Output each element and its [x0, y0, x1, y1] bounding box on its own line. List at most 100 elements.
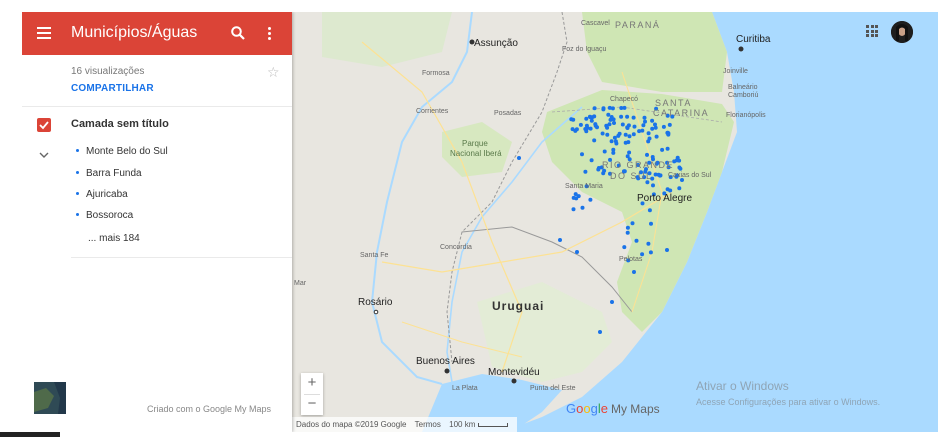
map-marker[interactable] — [593, 123, 598, 128]
map-marker[interactable] — [608, 117, 613, 122]
map-marker[interactable] — [619, 106, 624, 110]
map-marker[interactable] — [614, 141, 619, 146]
map-marker[interactable] — [616, 133, 621, 138]
map-marker[interactable] — [665, 130, 670, 135]
scale-label[interactable]: 100 km — [449, 420, 475, 429]
map-marker[interactable] — [589, 118, 594, 123]
map-marker[interactable] — [677, 186, 682, 191]
map-marker[interactable] — [625, 225, 630, 230]
map-marker[interactable] — [620, 122, 625, 127]
list-item[interactable]: Ajuricaba — [76, 189, 128, 200]
map-marker[interactable] — [647, 208, 652, 213]
map-marker[interactable] — [641, 123, 646, 128]
zoom-out-button[interactable]: − — [301, 394, 323, 414]
share-button[interactable]: COMPARTILHAR — [71, 83, 154, 94]
map-marker[interactable] — [626, 123, 631, 128]
map-marker[interactable] — [631, 132, 636, 137]
map-marker[interactable] — [622, 245, 627, 250]
list-item[interactable]: Barra Funda — [76, 168, 142, 179]
map-marker[interactable] — [607, 122, 612, 127]
map-marker[interactable] — [630, 221, 635, 226]
user-avatar[interactable] — [891, 21, 913, 43]
map-marker[interactable] — [653, 125, 658, 130]
map-marker[interactable] — [648, 250, 653, 255]
map-marker[interactable] — [610, 300, 614, 304]
basemap-thumbnail[interactable] — [34, 382, 66, 414]
star-icon[interactable]: ☆ — [267, 64, 280, 81]
map-marker[interactable] — [517, 156, 521, 160]
map-marker[interactable] — [580, 205, 585, 210]
map-marker[interactable] — [606, 112, 611, 117]
map-marker[interactable] — [631, 115, 636, 120]
map-marker[interactable] — [558, 238, 562, 242]
map-marker[interactable] — [661, 124, 666, 129]
map-marker[interactable] — [668, 188, 673, 193]
map-marker[interactable] — [592, 114, 597, 119]
map-marker[interactable] — [627, 150, 632, 155]
map-marker[interactable] — [598, 330, 602, 334]
map-marker[interactable] — [602, 149, 607, 154]
map-marker[interactable] — [587, 114, 592, 119]
map-marker[interactable] — [674, 158, 679, 163]
map-marker[interactable] — [643, 119, 647, 124]
map-marker[interactable] — [588, 197, 593, 202]
list-item[interactable]: Monte Belo do Sul — [76, 146, 168, 157]
map-marker[interactable] — [584, 116, 589, 121]
map-marker[interactable] — [610, 106, 615, 111]
map-marker[interactable] — [592, 106, 597, 111]
map-marker[interactable] — [634, 238, 639, 243]
map-marker[interactable] — [592, 138, 597, 143]
search-icon[interactable] — [230, 25, 246, 41]
map-marker[interactable] — [601, 171, 606, 176]
map-marker[interactable] — [600, 131, 605, 136]
terms-link[interactable]: Termos — [415, 420, 441, 429]
hamburger-menu-icon[interactable] — [37, 26, 51, 40]
chevron-down-icon[interactable] — [39, 146, 49, 164]
map-marker[interactable] — [667, 122, 672, 127]
map-title[interactable]: Municípios/Águas — [71, 24, 197, 42]
map-marker[interactable] — [605, 132, 610, 137]
map-marker[interactable] — [596, 167, 601, 172]
list-item[interactable]: Bossoroca — [76, 210, 133, 221]
map-marker[interactable] — [574, 127, 579, 132]
apps-grid-icon[interactable] — [866, 25, 878, 37]
layer-checkbox[interactable] — [37, 118, 51, 132]
map-marker[interactable] — [611, 147, 616, 152]
map-marker[interactable] — [612, 121, 616, 125]
map-marker[interactable] — [589, 158, 594, 163]
map-marker[interactable] — [642, 115, 647, 120]
map-marker[interactable] — [646, 131, 651, 136]
map-marker[interactable] — [660, 147, 665, 152]
map-marker[interactable] — [619, 114, 624, 119]
more-items-link[interactable]: ... mais 184 — [88, 233, 140, 244]
zoom-in-button[interactable]: + — [301, 373, 323, 393]
map-marker[interactable] — [625, 114, 630, 119]
map-marker[interactable] — [665, 248, 669, 252]
map-marker[interactable] — [649, 221, 653, 226]
map-marker[interactable] — [578, 122, 583, 127]
map-marker[interactable] — [570, 127, 575, 132]
map-marker[interactable] — [609, 139, 614, 144]
more-vert-icon[interactable] — [265, 25, 273, 41]
map-marker[interactable] — [583, 169, 588, 174]
map-marker[interactable] — [632, 270, 636, 274]
map-marker[interactable] — [645, 152, 649, 157]
map-marker[interactable] — [637, 129, 642, 134]
map-marker[interactable] — [612, 135, 617, 140]
map-marker[interactable] — [653, 122, 657, 127]
map-marker[interactable] — [569, 117, 574, 122]
map-marker[interactable] — [623, 132, 628, 137]
map-marker[interactable] — [651, 183, 655, 188]
map-marker[interactable] — [588, 126, 593, 131]
map-marker[interactable] — [573, 192, 578, 197]
map-marker[interactable] — [654, 134, 659, 139]
map-marker[interactable] — [650, 126, 655, 131]
map-marker[interactable] — [647, 136, 652, 141]
map-marker[interactable] — [656, 172, 661, 177]
map-marker[interactable] — [571, 207, 576, 212]
layer-name[interactable]: Camada sem título — [71, 118, 169, 130]
map-marker[interactable] — [665, 146, 670, 151]
map-marker[interactable] — [677, 165, 682, 170]
map-marker[interactable] — [650, 118, 655, 123]
map-marker[interactable] — [575, 250, 579, 254]
